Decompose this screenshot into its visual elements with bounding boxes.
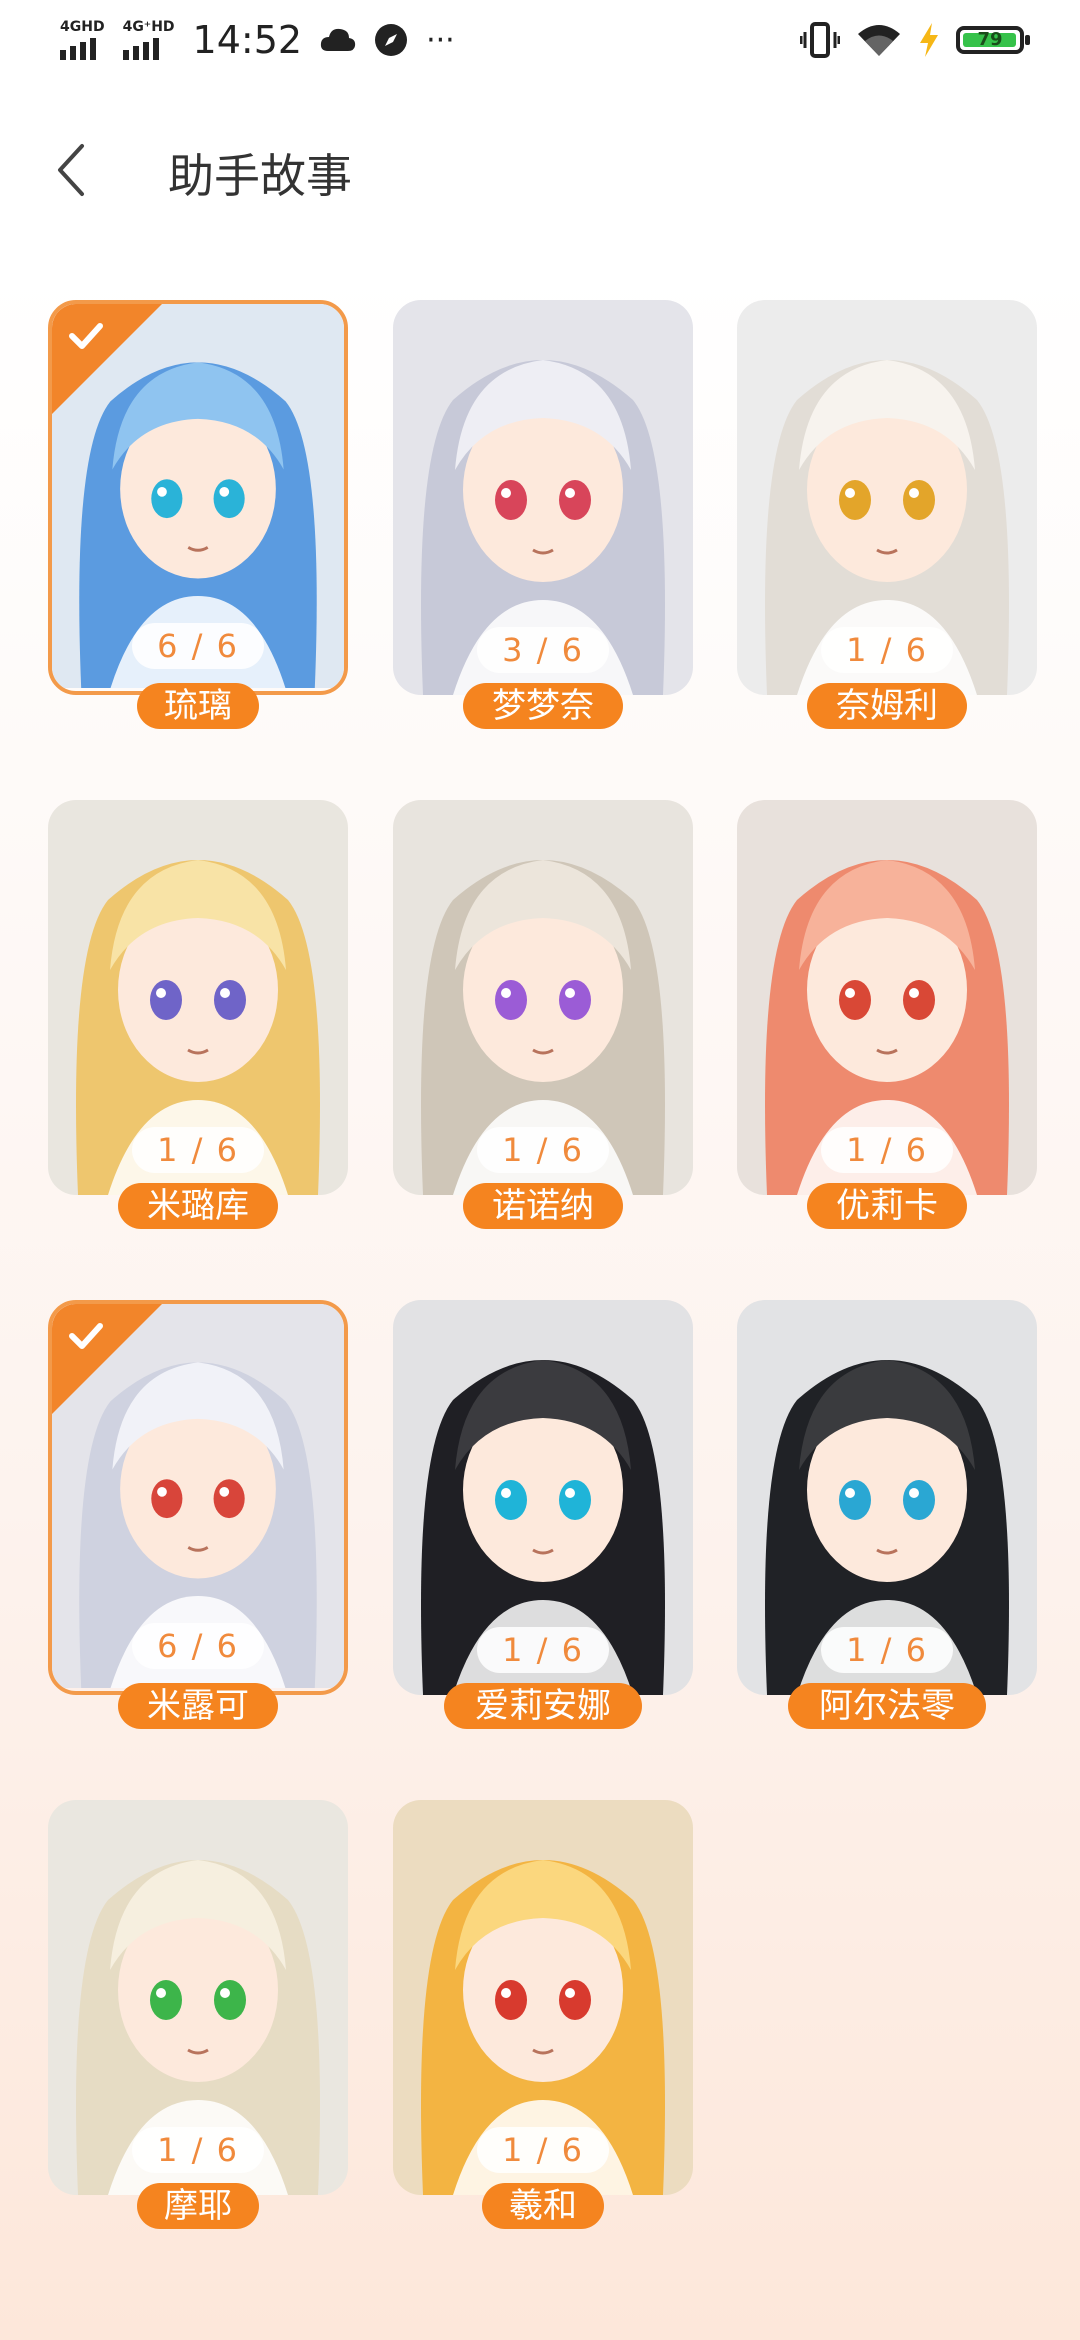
back-arrow-icon[interactable]: [52, 140, 92, 200]
story-progress: 1 / 6: [477, 1127, 609, 1173]
assistant-name: 摩耶: [137, 2183, 259, 2229]
wifi-icon: [858, 25, 900, 56]
assistant-name: 琉璃: [137, 683, 259, 729]
story-progress: 1 / 6: [477, 1627, 609, 1673]
assistant-name: 优莉卡: [807, 1183, 967, 1229]
more-notifications-icon: ···: [426, 22, 455, 58]
assistant-name: 米璐库: [118, 1183, 278, 1229]
compass-icon: [375, 24, 408, 56]
assistant-card[interactable]: 1 / 6: [737, 800, 1037, 1195]
status-time: 14:52: [192, 18, 303, 62]
assistant-name: 爱莉安娜: [444, 1683, 642, 1729]
check-icon: [69, 1323, 103, 1349]
story-progress: 6 / 6: [132, 1623, 264, 1669]
assistant-name: 奈姆利: [807, 683, 967, 729]
assistant-card[interactable]: 1 / 6: [393, 1300, 693, 1695]
story-progress: 1 / 6: [821, 1627, 953, 1673]
story-progress: 1 / 6: [132, 1127, 264, 1173]
assistant-card[interactable]: 3 / 6: [393, 300, 693, 695]
assistant-name: 梦梦奈: [463, 683, 623, 729]
assistant-name: 米露可: [118, 1683, 278, 1729]
assistant-card[interactable]: 1 / 6: [48, 1800, 348, 2195]
assistant-card[interactable]: 1 / 6: [737, 300, 1037, 695]
story-progress: 6 / 6: [132, 623, 264, 669]
assistant-card[interactable]: 1 / 6: [48, 800, 348, 1195]
assistant-card[interactable]: 6 / 6: [48, 300, 348, 695]
page-title: 助手故事: [168, 149, 352, 203]
assistant-card[interactable]: 6 / 6: [48, 1300, 348, 1695]
story-progress: 3 / 6: [477, 627, 609, 673]
cloud-icon: [320, 28, 356, 51]
story-progress: 1 / 6: [821, 627, 953, 673]
header: 助手故事: [0, 110, 1080, 230]
assistant-name: 阿尔法零: [788, 1683, 986, 1729]
assistant-card[interactable]: 1 / 6: [737, 1300, 1037, 1695]
assistant-name: 诺诺纳: [463, 1183, 623, 1229]
charging-icon: [920, 23, 938, 57]
story-progress: 1 / 6: [821, 1127, 953, 1173]
assistant-name: 羲和: [482, 2183, 604, 2229]
assistant-card[interactable]: 1 / 6: [393, 800, 693, 1195]
status-bar: 4GHD 4G⁺HD 14:52 ··· 79: [0, 0, 1080, 90]
signal-icon-2: 4G⁺HD: [122, 20, 175, 60]
story-progress: 1 / 6: [132, 2127, 264, 2173]
signal-icon: 4GHD: [60, 20, 105, 60]
check-icon: [69, 323, 103, 349]
assistant-card[interactable]: 1 / 6: [393, 1800, 693, 2195]
vibrate-icon: [800, 22, 840, 58]
story-progress: 1 / 6: [477, 2127, 609, 2173]
battery-icon: 79: [956, 26, 1030, 54]
